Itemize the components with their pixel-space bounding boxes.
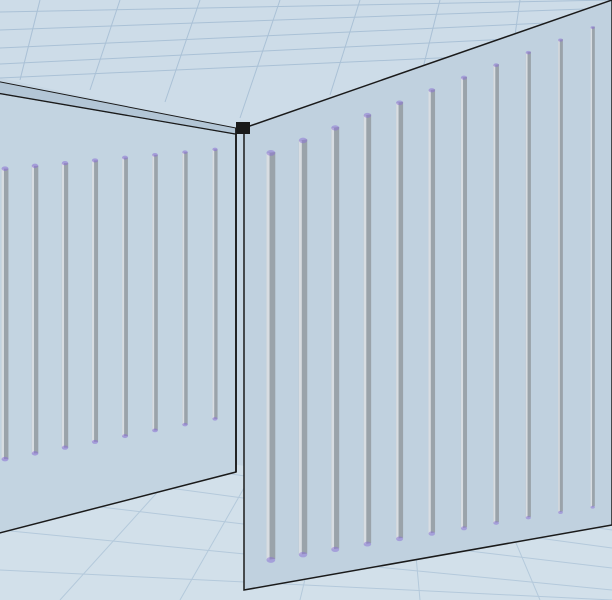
rib bbox=[2, 166, 9, 461]
rib bbox=[396, 100, 403, 541]
hinge bbox=[236, 122, 250, 134]
rib bbox=[92, 158, 98, 444]
rib bbox=[493, 63, 499, 525]
viewport-canvas[interactable] bbox=[0, 0, 612, 600]
rib bbox=[526, 51, 531, 520]
rib bbox=[558, 38, 563, 514]
rib bbox=[364, 113, 371, 547]
3d-viewport[interactable] bbox=[0, 0, 612, 600]
rib bbox=[429, 88, 436, 536]
rib bbox=[32, 164, 39, 456]
left-panel[interactable] bbox=[0, 78, 236, 538]
rib bbox=[182, 150, 187, 426]
rib bbox=[299, 138, 307, 558]
rib bbox=[266, 150, 275, 563]
rib bbox=[331, 125, 339, 552]
rib bbox=[152, 153, 158, 432]
rib bbox=[461, 76, 467, 531]
rib bbox=[212, 148, 217, 421]
rib bbox=[122, 156, 128, 438]
rib bbox=[591, 26, 595, 508]
rib bbox=[62, 161, 68, 450]
